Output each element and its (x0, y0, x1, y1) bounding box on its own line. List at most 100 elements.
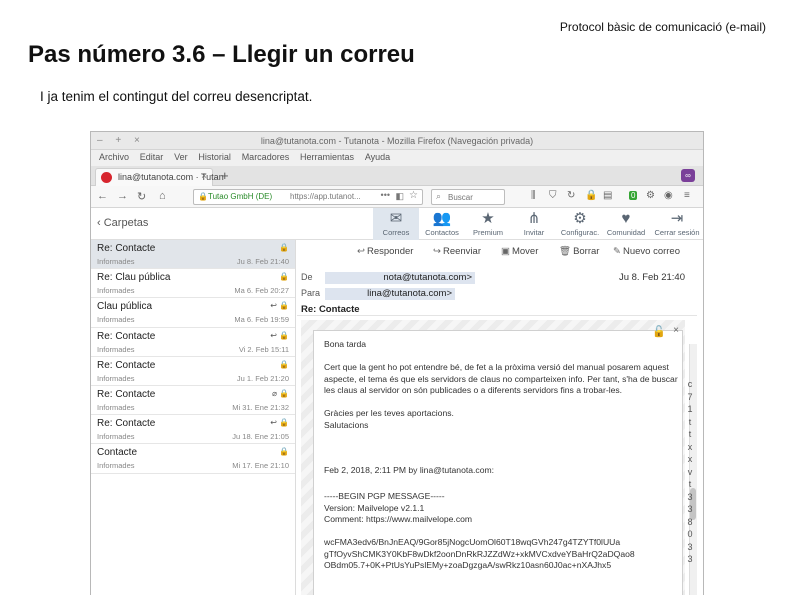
search-box[interactable]: ⌕ (431, 189, 505, 205)
edge-char: 3 (687, 504, 693, 514)
library-icon[interactable]: ⫼ (531, 190, 536, 201)
nav-cerrar-sesion[interactable]: ⇥ Cerrar sesión (651, 208, 703, 240)
mail-folder: Informades (97, 315, 135, 325)
menu-item-marcadores[interactable]: Marcadores (242, 152, 290, 162)
slide-subtitle: I ja tenim el contingut del correu desen… (40, 89, 313, 104)
sync-icon[interactable]: ↻ (567, 190, 575, 201)
menu-item-herramientas[interactable]: Herramientas (300, 152, 354, 162)
close-icon[interactable]: × (673, 325, 679, 336)
menu-icon[interactable]: ≡ (684, 190, 690, 201)
mail-list-item[interactable]: Re: Contacte 🔒 Informades Ju 8. Feb 21:4… (91, 240, 295, 270)
mail-date: Ju 8. Feb 21:40 (236, 257, 289, 266)
message-line: Version: Mailvelope v2.1.1 (324, 502, 425, 513)
menu-item-editar[interactable]: Editar (140, 152, 164, 162)
mail-list: Re: Contacte 🔒 Informades Ju 8. Feb 21:4… (91, 240, 296, 595)
back-button[interactable]: ← (97, 190, 108, 202)
back-to-folders-button[interactable]: ‹ Carpetas (97, 217, 148, 229)
mail-subject: Re: Contacte (97, 243, 156, 254)
edge-char: 7 (687, 391, 693, 402)
mail-list-item[interactable]: Re: Contacte 🔒 Informades Ju 1. Feb 21:2… (91, 357, 295, 386)
nav-correos[interactable]: ✉ Correos (373, 208, 419, 240)
mail-folder: Informades (97, 373, 135, 383)
new-mail-label: Nuevo correo (622, 246, 680, 257)
new-mail-button[interactable]: ✎ Nuevo correo (613, 246, 680, 257)
to-address[interactable]: lina@tutanota.com> (325, 288, 455, 300)
nav-contactos[interactable]: 👥 Contactos (419, 208, 465, 240)
menu-item-ayuda[interactable]: Ayuda (365, 152, 390, 162)
mail-date: Ju 18. Ene 21:05 (232, 432, 289, 442)
edge-char: 0 (687, 529, 693, 539)
menu-item-ver[interactable]: Ver (174, 152, 188, 162)
clipped-edge-text: c 7 1 t t x x v t 3 3 8 0 3 3 (683, 378, 697, 566)
move-button[interactable]: ▣ Mover (501, 246, 538, 257)
mail-list-item[interactable]: Clau pública ↩ 🔒 Informades Ma 6. Feb 19… (91, 298, 295, 328)
replied-icon: ↩ (270, 330, 277, 340)
nav-premium[interactable]: ★ Premium (465, 208, 511, 240)
search-input[interactable] (448, 191, 502, 203)
mail-folder: Informades (97, 432, 135, 442)
bookmark-star-icon[interactable]: ☆ (409, 190, 418, 201)
trash-icon: 🗑 (559, 246, 572, 257)
forward-button[interactable]: → (117, 190, 128, 202)
nav-label: Comunidad (606, 228, 646, 237)
reply-icon: ↩ (357, 246, 365, 257)
star-icon: ★ (481, 210, 495, 227)
nav-label: Contactos (425, 228, 459, 237)
nav-invitar[interactable]: ⋔ Invitar (511, 208, 557, 240)
home-button[interactable]: ⌂ (159, 190, 166, 202)
nav-comunidad[interactable]: ♥ Comunidad (603, 208, 649, 240)
addon-badge[interactable]: 0 (629, 191, 638, 200)
mail-subject: Re: Contacte (97, 388, 156, 400)
mail-list-item[interactable]: Re: Clau pública 🔒 Informades Ma 6. Feb … (91, 269, 295, 299)
lock-icon: 🔒 (279, 418, 289, 428)
edge-char: 8 (687, 516, 693, 527)
page-actions-icon[interactable]: ••• (381, 190, 390, 200)
mail-list-item[interactable]: Re: Contacte ↩ 🔒 Informades Vi 2. Feb 15… (91, 328, 295, 357)
shield-icon[interactable]: ⛉ (549, 190, 557, 201)
mail-list-item[interactable]: Contacte 🔒 Informades Mi 17. Ene 21:10 (91, 444, 295, 474)
attachment-icon: ⌀ (272, 388, 277, 398)
menu-item-historial[interactable]: Historial (198, 152, 231, 162)
forward-button[interactable]: ↪ Reenviar (433, 246, 481, 257)
new-tab-button[interactable]: + (221, 168, 229, 183)
mail-folder: Informades (97, 344, 135, 354)
mail-date: Ma 6. Feb 19:59 (234, 315, 289, 325)
pocket-icon[interactable]: ◧ (395, 191, 404, 202)
lock-icon: 🔒 (279, 359, 289, 369)
tab-close-icon[interactable]: × (201, 171, 207, 182)
compose-icon: ✎ (613, 246, 621, 257)
menu-item-archivo[interactable]: Archivo (99, 152, 129, 162)
reading-pane: ↩ Responder ↪ Reenviar ▣ Mover 🗑 Borrar ✎ Nue… (297, 240, 697, 595)
reload-button[interactable]: ↻ (137, 190, 146, 203)
mail-subject: Re: Contacte (97, 418, 156, 430)
edge-char: 3 (687, 491, 693, 502)
url-text[interactable]: https://app.tutanot... (290, 192, 361, 201)
url-bar[interactable]: 🔒 Tutao GmbH (DE) https://app.tutanot...… (193, 189, 423, 205)
addon-icon[interactable]: ◉ (664, 190, 673, 201)
settings-addon-icon[interactable]: ⚙ (646, 190, 655, 201)
move-label: Mover (511, 246, 539, 257)
addon-icon[interactable]: ▤ (603, 190, 612, 201)
tab-bar: lina@tutanota.com · Tutan × + ∞ (91, 166, 703, 186)
back-label: Carpetas (103, 217, 149, 229)
browser-tab[interactable]: lina@tutanota.com · Tutan × (95, 168, 224, 186)
browser-screenshot: – + × lina@tutanota.com - Tutanota - Moz… (90, 131, 704, 595)
from-address[interactable]: nota@tutanota.com> (325, 272, 475, 284)
mail-list-item[interactable]: Re: Contacte ↩ 🔒 Informades Ju 18. Ene 2… (91, 415, 295, 445)
mail-folder: Informades (97, 257, 135, 266)
forward-icon: ↪ (433, 246, 441, 257)
delete-button[interactable]: 🗑 Borrar (559, 246, 599, 257)
site-identity[interactable]: Tutao GmbH (DE) (208, 192, 272, 201)
share-icon: ⋔ (527, 210, 541, 227)
replied-icon: ↩ (270, 301, 277, 311)
private-browsing-icon: ∞ (681, 169, 695, 182)
mail-list-item[interactable]: Re: Contacte ⌀ 🔒 Informades Mi 31. Ene 2… (91, 386, 295, 416)
reply-label: Responder (366, 246, 414, 257)
lock-icon: 🔒 (279, 243, 289, 252)
reply-button[interactable]: ↩ Responder (357, 246, 413, 257)
nav-configuracion[interactable]: ⚙ Configurac. (557, 208, 603, 240)
contacts-icon: 👥 (432, 210, 452, 227)
lock-icon: 🔒 (279, 330, 289, 340)
lock-addon-icon[interactable]: 🔒 (585, 190, 597, 201)
lock-icon: 🔒 (279, 447, 289, 457)
